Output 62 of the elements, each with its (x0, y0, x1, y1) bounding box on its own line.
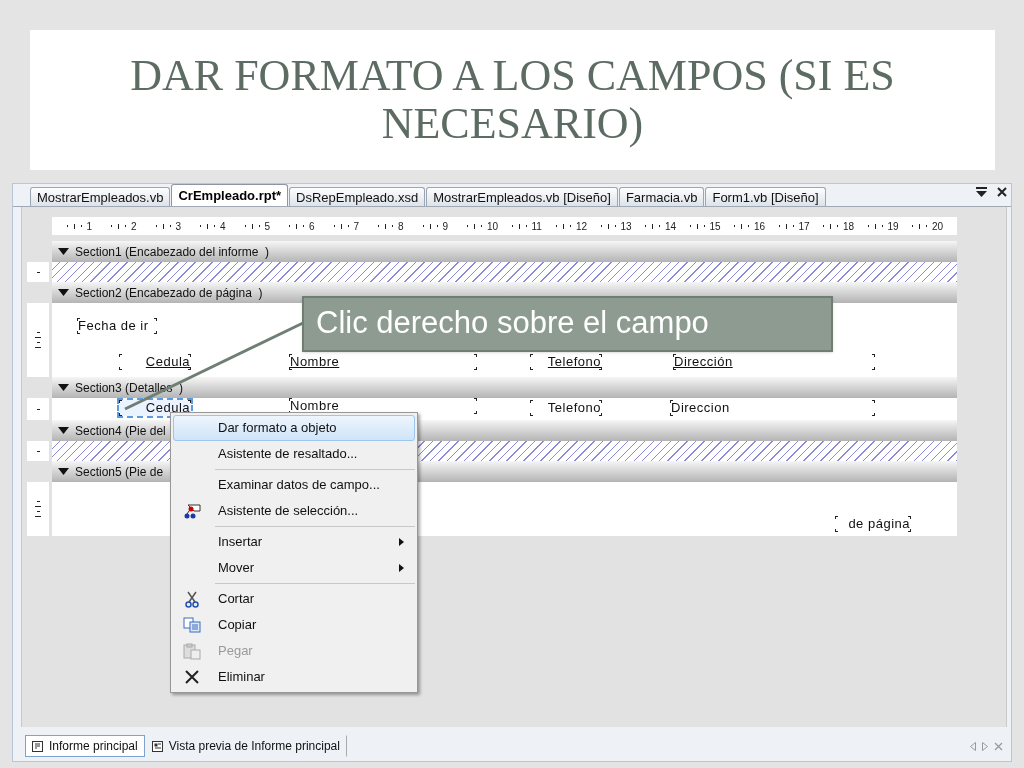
collapse-triangle-icon[interactable] (58, 384, 69, 391)
report-field[interactable]: Telefono (530, 354, 602, 370)
ruler-number: 10 (487, 219, 499, 234)
report-field[interactable]: Dirección (673, 354, 875, 370)
ruler-number: 1 (86, 219, 94, 234)
submenu-arrow-icon (399, 564, 404, 572)
report-field[interactable]: Cedula (119, 354, 191, 370)
report-icon (32, 740, 43, 752)
document-tab[interactable]: MostrarEmpleados.vb [Diseño] (426, 187, 618, 206)
callout-box: Clic derecho sobre el campo (302, 296, 833, 352)
copy-icon (183, 617, 201, 633)
document-tab[interactable]: DsRepEmpleado.xsd (289, 187, 426, 206)
report-tab[interactable]: Informe principal (25, 735, 145, 757)
ruler-number: 5 (264, 219, 272, 234)
ruler-number: 19 (887, 219, 900, 234)
ruler-number: 9 (442, 219, 450, 234)
report-field[interactable]: de página (835, 516, 911, 532)
report-field[interactable]: Telefono (530, 400, 602, 416)
document-tab[interactable]: Farmacia.vb (618, 187, 705, 206)
document-tab[interactable]: CrEmpleado.rpt* (171, 184, 289, 206)
menu-item[interactable]: Eliminar (173, 664, 415, 690)
ruler-number: 14 (665, 219, 677, 234)
menu-item[interactable]: Copiar (173, 612, 415, 638)
dropdown-icon[interactable] (976, 187, 987, 197)
wizard-icon (183, 502, 201, 520)
ruler-number: 13 (620, 219, 633, 234)
ruler-number: 17 (798, 219, 811, 234)
ruler-number: 6 (309, 219, 316, 234)
ruler-number: 3 (175, 219, 183, 234)
ruler-number: 4 (220, 219, 227, 234)
delete-icon (185, 670, 199, 684)
collapse-triangle-icon[interactable] (58, 468, 69, 475)
collapse-triangle-icon[interactable] (58, 427, 69, 434)
section-bar[interactable]: Section1 (Encabezado del informe ) (52, 241, 957, 262)
ruler-number: 2 (131, 219, 138, 234)
report-field[interactable]: Direccion (670, 400, 875, 416)
scissors-icon (185, 590, 199, 608)
close-icon[interactable] (997, 187, 1007, 197)
ruler-number: 8 (398, 219, 405, 234)
ruler-number: 18 (843, 219, 855, 234)
ruler-number: 20 (932, 219, 944, 234)
ruler-number: 15 (709, 219, 722, 234)
ruler-number: 12 (576, 219, 588, 234)
report-field[interactable]: Fecha de ir (77, 318, 157, 334)
ruler-number: 16 (754, 219, 766, 234)
slide-title: DAR FORMATO A LOS CAMPOS (SI ES NECESARIO) (129, 51, 896, 149)
menu-item[interactable]: Mover (173, 555, 415, 581)
menu-item[interactable]: Insertar (173, 529, 415, 555)
menu-item[interactable]: Asistente de selección... (173, 498, 415, 524)
ruler-number: 7 (353, 219, 361, 234)
paste-icon (183, 642, 201, 660)
preview-icon (151, 740, 163, 752)
report-tab[interactable]: Vista previa de Informe principal (144, 735, 347, 757)
menu-item[interactable]: Dar formato a objeto (173, 415, 415, 441)
report-field[interactable]: Nombre (289, 354, 477, 370)
collapse-triangle-icon[interactable] (58, 248, 69, 255)
ruler-number: 11 (531, 219, 543, 234)
document-tab[interactable]: MostrarEmpleados.vb (30, 187, 171, 206)
document-tab[interactable]: Form1.vb [Diseño] (705, 187, 826, 206)
menu-item[interactable]: Cortar (173, 586, 415, 612)
submenu-arrow-icon (399, 538, 404, 546)
collapse-triangle-icon[interactable] (58, 289, 69, 296)
